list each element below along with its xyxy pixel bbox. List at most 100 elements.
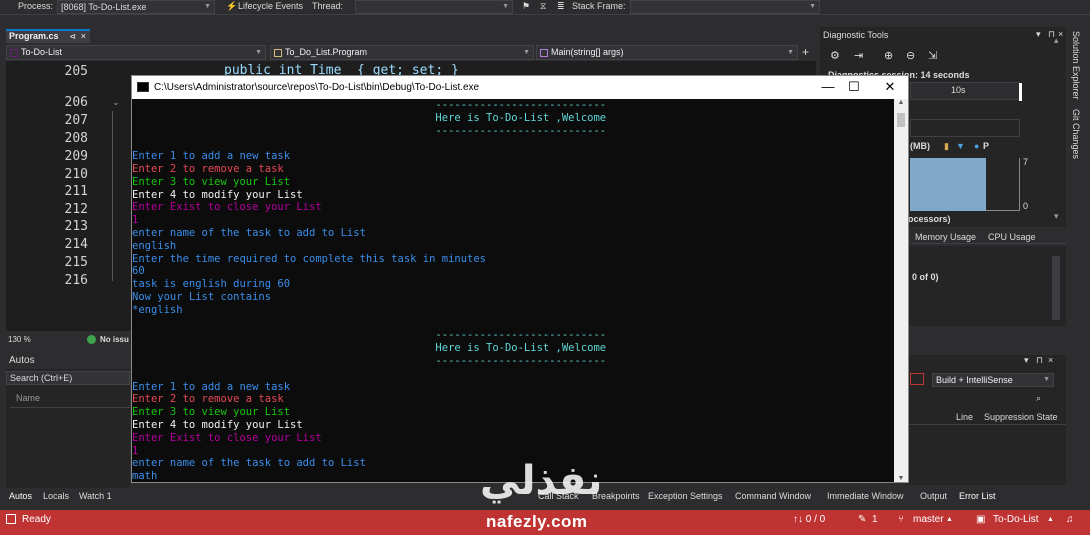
timeline-ruler[interactable]: 10s: [910, 82, 1022, 101]
console-line: ---------------------------: [132, 329, 607, 342]
chevron-down-icon: ▼: [809, 3, 816, 10]
chevron-down-icon: ▼: [523, 49, 530, 56]
watermark-latin: nafezly.com: [486, 512, 588, 531]
scroll-up-icon[interactable]: ▴: [1054, 35, 1059, 46]
autos-title: Autos: [6, 353, 130, 369]
stack-frame-label: Stack Frame:: [572, 1, 626, 11]
console-line: Enter 1 to add a new task: [132, 380, 291, 393]
zoom-in-icon[interactable]: ⊕: [884, 49, 893, 62]
chevron-down-icon: ▼: [787, 49, 794, 56]
cpu-label: ocessors): [908, 214, 951, 224]
class-icon: [274, 49, 282, 57]
line-number: 207: [64, 113, 88, 128]
process-value: [8068] To-Do-List.exe: [61, 2, 147, 12]
filter-icon[interactable]: ⧖: [540, 1, 546, 12]
collapse-chevron-icon[interactable]: ⌄: [112, 97, 120, 108]
maximize-button[interactable]: ☐: [836, 76, 872, 99]
scroll-down-icon[interactable]: ▾: [1054, 211, 1059, 222]
split-add-icon[interactable]: +: [802, 45, 809, 59]
chevron-up-icon: ▲: [1047, 516, 1054, 523]
column-name-header[interactable]: Name: [16, 393, 40, 403]
tab-error-list[interactable]: Error List: [959, 491, 996, 501]
source-control-arrows[interactable]: ↑↓ 0 / 0: [793, 510, 825, 530]
close-icon[interactable]: ×: [81, 31, 86, 42]
console-output[interactable]: --------------------------- Here is To-D…: [132, 99, 894, 482]
console-line: 1: [132, 214, 139, 227]
status-icon: [6, 514, 16, 524]
console-line: Enter 4 to modify your List: [132, 188, 303, 201]
class-dropdown[interactable]: To_Do_List.Program ▼: [270, 45, 534, 60]
console-window[interactable]: C:\Users\Administrator\source\repos\To-D…: [131, 75, 909, 483]
tab-locals[interactable]: Locals: [43, 491, 69, 501]
stack-icon[interactable]: ≣: [557, 1, 565, 12]
scrollbar[interactable]: [1052, 256, 1060, 320]
console-line: Now your List contains: [132, 290, 272, 303]
reset-zoom-icon[interactable]: ⇲: [928, 49, 937, 62]
export-icon[interactable]: ⇥: [854, 49, 863, 62]
console-line: ---------------------------: [132, 124, 607, 137]
timeline-label: 10s: [951, 85, 966, 95]
diagnostic-tabs: Memory Usage CPU Usage: [912, 230, 1066, 244]
column-suppression-header[interactable]: Suppression State: [984, 412, 1058, 422]
tab-program-cs[interactable]: Program.cs ⊲ ×: [6, 29, 90, 43]
console-line: 60: [132, 265, 145, 278]
search-icon[interactable]: ⌕: [1036, 393, 1041, 404]
console-line: ---------------------------: [132, 99, 607, 111]
pane-menu-icon[interactable]: ▾: [1036, 29, 1041, 40]
pending-edits[interactable]: 1: [872, 510, 878, 530]
console-line: ---------------------------: [132, 354, 607, 367]
snapshot-icon: ▮: [944, 141, 949, 151]
console-line: *english: [132, 303, 183, 316]
settings-gear-icon[interactable]: ⚙: [830, 49, 840, 62]
scrollbar-thumb[interactable]: [897, 113, 905, 127]
lifecycle-events-label[interactable]: Lifecycle Events: [238, 1, 303, 11]
outline-guide: [112, 111, 113, 281]
console-title-bar[interactable]: C:\Users\Administrator\source\repos\To-D…: [132, 76, 908, 99]
git-changes-tab[interactable]: Git Changes: [1071, 109, 1081, 159]
member-dropdown[interactable]: Main(string[] args) ▼: [536, 45, 798, 60]
project-dropdown[interactable]: To-Do-List ▼: [6, 45, 266, 60]
close-button[interactable]: ✕: [872, 76, 908, 99]
repo-name[interactable]: To-Do-List: [993, 510, 1039, 530]
close-icon[interactable]: ×: [1048, 355, 1053, 365]
build-filter-dropdown[interactable]: Build + IntelliSense ▼: [932, 373, 1054, 387]
notification-icon[interactable]: ♫: [1066, 510, 1074, 530]
flag-icon[interactable]: ⚑: [522, 1, 530, 12]
console-line: Enter the time required to complete this…: [132, 252, 487, 265]
filter-icon[interactable]: [910, 373, 924, 385]
gc-triangle-icon: ▼: [956, 141, 965, 151]
tab-autos[interactable]: Autos: [9, 491, 32, 501]
tab-cpu-usage[interactable]: CPU Usage: [988, 232, 1036, 242]
lifecycle-icon[interactable]: ⚡: [226, 1, 237, 12]
tab-memory-usage[interactable]: Memory Usage: [915, 232, 976, 242]
autos-search-input[interactable]: Search (Ctrl+E): [6, 371, 130, 385]
stack-frame-dropdown[interactable]: ▼: [630, 0, 820, 14]
zoom-level[interactable]: 130 %: [8, 335, 31, 344]
chevron-down-icon: ▼: [255, 49, 262, 56]
console-line: Here is To-Do-List ,Welcome: [132, 342, 607, 355]
process-dropdown[interactable]: [8068] To-Do-List.exe ▼: [57, 0, 215, 14]
branch-name[interactable]: master: [913, 510, 944, 530]
tab-watch-1[interactable]: Watch 1: [79, 491, 112, 501]
console-line: Enter 2 to remove a task: [132, 393, 284, 406]
scroll-up-icon[interactable]: ▲: [894, 99, 908, 106]
build-filter-value: Build + IntelliSense: [936, 375, 1013, 385]
tab-output[interactable]: Output: [920, 491, 947, 501]
pane-menu-icon[interactable]: ▾: [1024, 355, 1029, 366]
tab-command-window[interactable]: Command Window: [735, 491, 811, 501]
issues-status[interactable]: No issu: [100, 335, 129, 344]
tab-exception-settings[interactable]: Exception Settings: [648, 491, 723, 501]
tab-immediate-window[interactable]: Immediate Window: [827, 491, 904, 501]
column-line-header[interactable]: Line: [956, 412, 973, 422]
thread-dropdown[interactable]: ▼: [355, 0, 513, 14]
scroll-down-icon[interactable]: ▼: [894, 475, 908, 482]
console-scrollbar[interactable]: ▲ ▼: [894, 99, 908, 482]
repo-icon: ▣: [976, 514, 986, 525]
zoom-out-icon[interactable]: ⊖: [906, 49, 915, 62]
pin-icon[interactable]: ⊲: [69, 31, 76, 42]
timeline-marker[interactable]: [1019, 83, 1022, 101]
memory-label: (MB): [910, 141, 930, 151]
pin-icon[interactable]: ⊓: [1036, 355, 1043, 366]
console-line: Enter 2 to remove a task: [132, 162, 284, 175]
solution-explorer-tab[interactable]: Solution Explorer: [1071, 31, 1081, 100]
